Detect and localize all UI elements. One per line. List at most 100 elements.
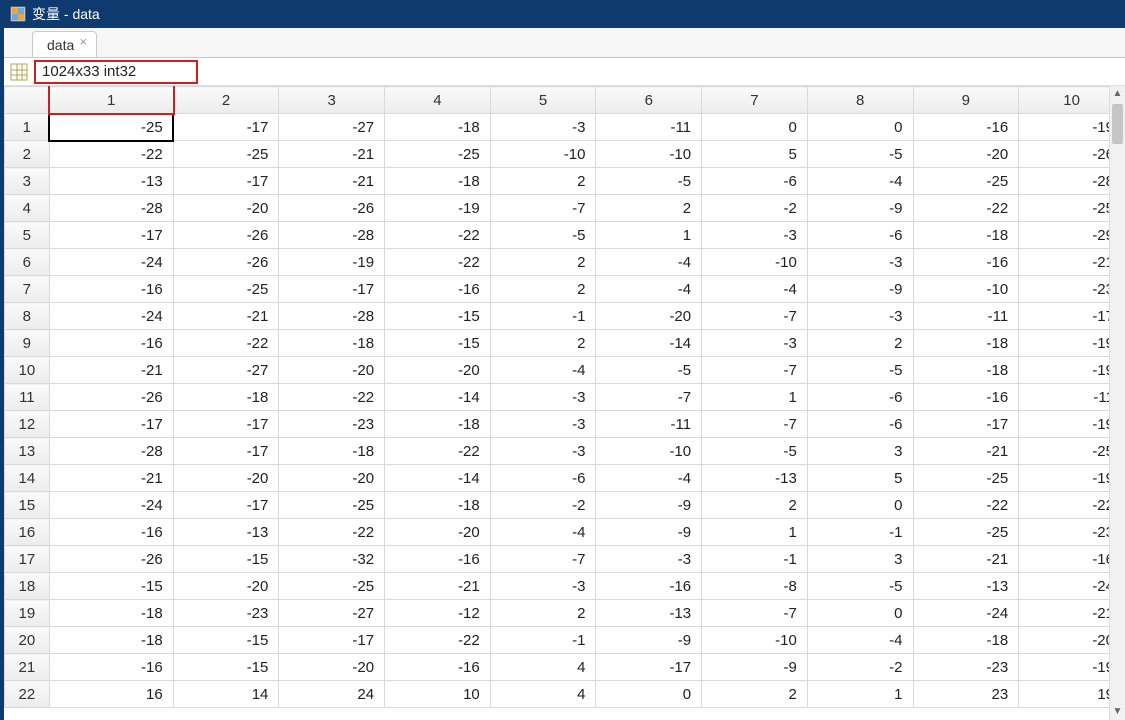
cell[interactable]: 5 <box>702 141 808 168</box>
cell[interactable]: -26 <box>49 384 173 411</box>
cell[interactable]: -3 <box>807 303 913 330</box>
cell[interactable]: -1 <box>807 519 913 546</box>
cell[interactable]: -25 <box>49 114 173 141</box>
cell[interactable]: 2 <box>702 492 808 519</box>
cell[interactable]: -3 <box>490 573 596 600</box>
cell[interactable]: 2 <box>807 330 913 357</box>
cell[interactable]: -18 <box>385 168 491 195</box>
cell[interactable]: -18 <box>49 627 173 654</box>
cell[interactable]: -18 <box>173 384 279 411</box>
cell[interactable]: -1 <box>490 303 596 330</box>
cell[interactable]: -24 <box>49 492 173 519</box>
col-header[interactable]: 8 <box>807 87 913 114</box>
row-header[interactable]: 12 <box>5 411 50 438</box>
cell[interactable]: -5 <box>807 573 913 600</box>
cell[interactable]: -18 <box>913 627 1019 654</box>
cell[interactable]: -11 <box>596 411 702 438</box>
col-header[interactable]: 1 <box>49 87 173 114</box>
cell[interactable]: 2 <box>490 330 596 357</box>
row-header[interactable]: 9 <box>5 330 50 357</box>
cell[interactable]: -10 <box>702 249 808 276</box>
col-header[interactable]: 2 <box>173 87 279 114</box>
cell[interactable]: -17 <box>49 411 173 438</box>
row-header[interactable]: 19 <box>5 600 50 627</box>
cell[interactable]: -18 <box>279 438 385 465</box>
cell[interactable]: 4 <box>490 654 596 681</box>
cell[interactable]: -4 <box>702 276 808 303</box>
cell[interactable]: -6 <box>807 411 913 438</box>
cell[interactable]: -17 <box>279 276 385 303</box>
cell[interactable]: -3 <box>490 438 596 465</box>
cell[interactable]: -17 <box>173 114 279 141</box>
col-header[interactable]: 6 <box>596 87 702 114</box>
cell[interactable]: -28 <box>279 303 385 330</box>
cell[interactable]: -3 <box>596 546 702 573</box>
cell[interactable]: -17 <box>913 411 1019 438</box>
cell[interactable]: -13 <box>49 168 173 195</box>
cell[interactable]: -25 <box>173 276 279 303</box>
cell[interactable]: -8 <box>702 573 808 600</box>
row-header[interactable]: 22 <box>5 681 50 708</box>
cell[interactable]: -22 <box>913 492 1019 519</box>
cell[interactable]: -15 <box>385 330 491 357</box>
cell[interactable]: -22 <box>913 195 1019 222</box>
cell[interactable]: -16 <box>385 276 491 303</box>
row-header[interactable]: 3 <box>5 168 50 195</box>
cell[interactable]: -16 <box>49 330 173 357</box>
cell[interactable]: -2 <box>490 492 596 519</box>
cell[interactable]: -21 <box>279 168 385 195</box>
close-icon[interactable]: × <box>76 36 90 50</box>
cell[interactable]: -4 <box>807 168 913 195</box>
cell[interactable]: -7 <box>702 411 808 438</box>
cell[interactable]: -22 <box>173 330 279 357</box>
cell[interactable]: -4 <box>596 249 702 276</box>
cell[interactable]: -20 <box>173 195 279 222</box>
cell[interactable]: -16 <box>913 384 1019 411</box>
cell[interactable]: -21 <box>913 546 1019 573</box>
cell[interactable]: -10 <box>913 276 1019 303</box>
cell[interactable]: -16 <box>49 276 173 303</box>
cell[interactable]: -22 <box>385 627 491 654</box>
cell[interactable]: -16 <box>596 573 702 600</box>
cell[interactable]: 0 <box>807 114 913 141</box>
row-header[interactable]: 6 <box>5 249 50 276</box>
cell[interactable]: -12 <box>385 600 491 627</box>
cell[interactable]: -21 <box>49 357 173 384</box>
cell[interactable]: -32 <box>279 546 385 573</box>
cell[interactable]: -10 <box>490 141 596 168</box>
cell[interactable]: -23 <box>913 654 1019 681</box>
cell[interactable]: 2 <box>702 681 808 708</box>
cell[interactable]: 16 <box>49 681 173 708</box>
cell[interactable]: 2 <box>596 195 702 222</box>
cell[interactable]: 0 <box>702 114 808 141</box>
cell[interactable]: -15 <box>385 303 491 330</box>
scroll-down-icon[interactable]: ▼ <box>1110 704 1125 720</box>
row-header[interactable]: 10 <box>5 357 50 384</box>
cell[interactable]: -13 <box>702 465 808 492</box>
cell[interactable]: 2 <box>490 600 596 627</box>
cell[interactable]: -6 <box>807 384 913 411</box>
cell[interactable]: -17 <box>173 492 279 519</box>
cell[interactable]: -18 <box>913 357 1019 384</box>
cell[interactable]: -26 <box>279 195 385 222</box>
cell[interactable]: -18 <box>385 114 491 141</box>
cell[interactable]: -28 <box>49 438 173 465</box>
cell[interactable]: 0 <box>596 681 702 708</box>
row-header[interactable]: 5 <box>5 222 50 249</box>
cell[interactable]: -27 <box>173 357 279 384</box>
cell[interactable]: -9 <box>702 654 808 681</box>
cell[interactable]: -15 <box>49 573 173 600</box>
row-header[interactable]: 4 <box>5 195 50 222</box>
cell[interactable]: -5 <box>807 141 913 168</box>
cell[interactable]: -15 <box>173 654 279 681</box>
cell[interactable]: -14 <box>385 384 491 411</box>
row-header[interactable]: 21 <box>5 654 50 681</box>
cell[interactable]: -21 <box>279 141 385 168</box>
cell[interactable]: -5 <box>596 357 702 384</box>
cell[interactable]: -17 <box>173 168 279 195</box>
cell[interactable]: -18 <box>49 600 173 627</box>
cell[interactable]: -20 <box>279 357 385 384</box>
col-header[interactable]: 7 <box>702 87 808 114</box>
row-header[interactable]: 15 <box>5 492 50 519</box>
row-header[interactable]: 14 <box>5 465 50 492</box>
